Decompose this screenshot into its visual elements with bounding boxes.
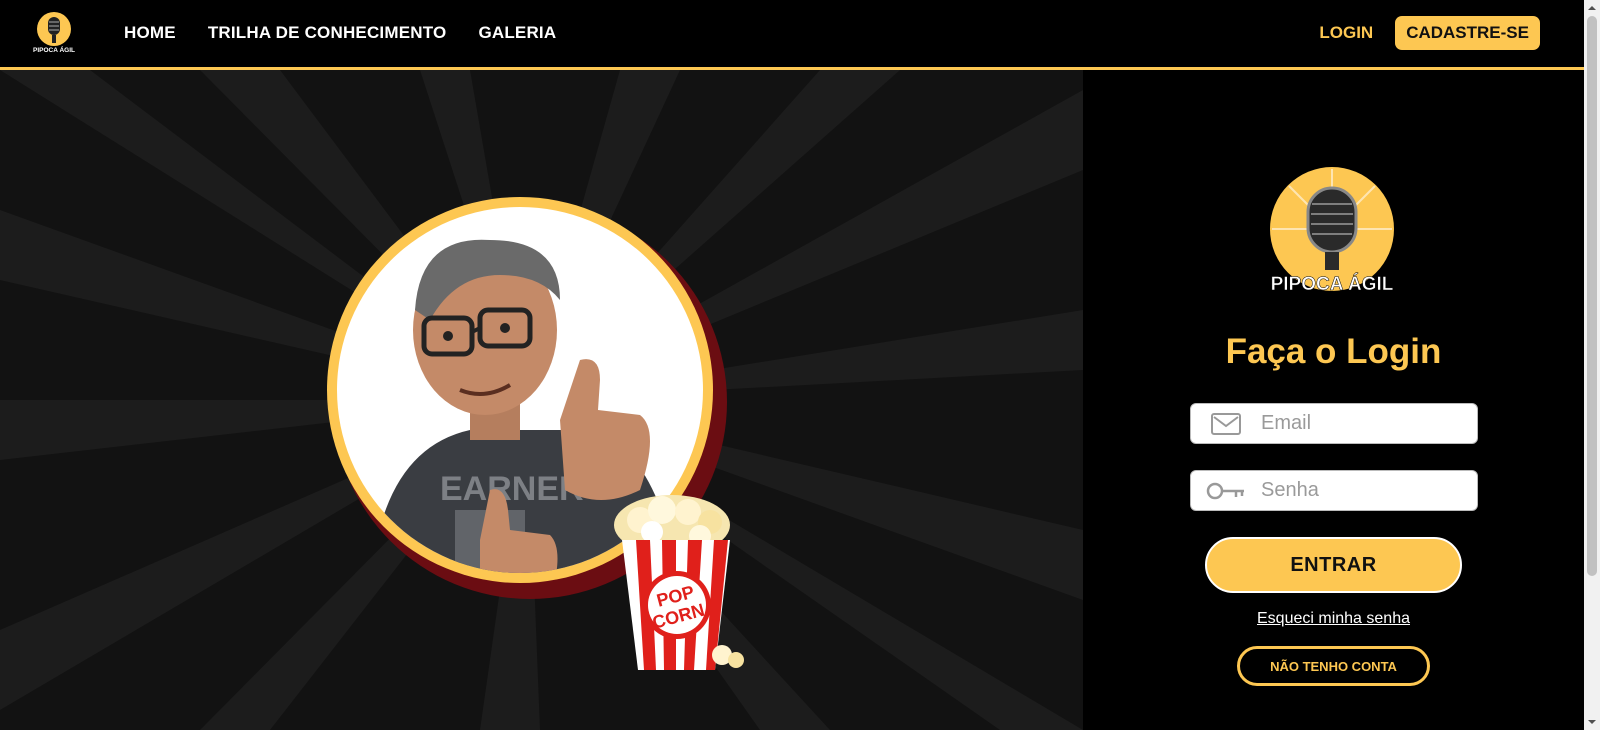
- email-field-container: [1190, 403, 1478, 444]
- forgot-password-link[interactable]: Esqueci minha senha: [1083, 610, 1584, 628]
- no-account-button[interactable]: NÃO TENHO CONTA: [1237, 646, 1430, 686]
- login-panel: PIPOCA ÁGIL Faça o Login ENTRAR Esqueci …: [1083, 70, 1584, 730]
- popcorn-bucket: POP CORN: [614, 495, 744, 670]
- scrollbar-thumb[interactable]: [1587, 16, 1597, 576]
- nav-links: HOME TRILHA DE CONHECIMENTO GALERIA: [124, 0, 556, 66]
- top-navbar: PIPOCA ÁGIL HOME TRILHA DE CONHECIMENTO …: [0, 0, 1584, 70]
- scroll-up-arrow-icon[interactable]: [1584, 0, 1600, 16]
- password-input[interactable]: [1261, 479, 1471, 502]
- password-field-container: [1190, 470, 1478, 511]
- panel-logo: PIPOCA ÁGIL: [1257, 166, 1407, 300]
- shirt-print-text: EARNER: [440, 470, 584, 508]
- nav-trilha-link[interactable]: TRILHA DE CONHECIMENTO: [208, 23, 447, 43]
- envelope-icon: [1191, 404, 1261, 443]
- key-icon: [1191, 471, 1261, 510]
- microphone-icon: PIPOCA ÁGIL: [33, 12, 75, 54]
- submit-login-button[interactable]: ENTRAR: [1205, 537, 1462, 593]
- nav-home-link[interactable]: HOME: [124, 23, 176, 43]
- nav-galeria-link[interactable]: GALERIA: [478, 23, 556, 43]
- hero-section: EARNER POP CORN: [0, 70, 1083, 730]
- nav-logo[interactable]: PIPOCA ÁGIL: [32, 11, 76, 55]
- nav-login-link[interactable]: LOGIN: [1319, 23, 1373, 43]
- login-title: Faça o Login: [1225, 332, 1442, 371]
- signup-button[interactable]: CADASTRE-SE: [1395, 16, 1540, 50]
- microphone-icon: PIPOCA ÁGIL: [1270, 167, 1394, 295]
- email-input[interactable]: [1261, 412, 1471, 435]
- page-scrollbar[interactable]: [1584, 0, 1600, 730]
- nav-actions: LOGIN CADASTRE-SE: [1319, 0, 1540, 66]
- host-portrait: EARNER POP CORN: [327, 197, 744, 670]
- scroll-down-arrow-icon[interactable]: [1584, 714, 1600, 730]
- nav-logo-text: PIPOCA ÁGIL: [33, 45, 75, 54]
- panel-logo-text: PIPOCA ÁGIL: [1271, 273, 1394, 295]
